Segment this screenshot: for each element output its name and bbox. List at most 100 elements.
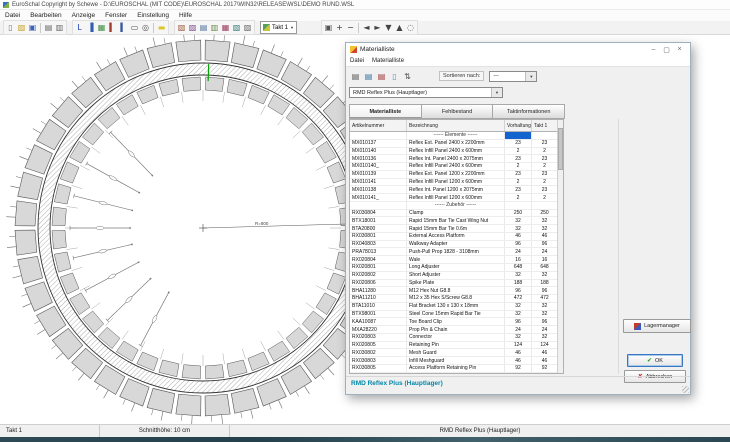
dialog-menu-datei[interactable]: Datei bbox=[346, 58, 368, 64]
pan-right-icon[interactable]: ► bbox=[372, 22, 383, 33]
footer-divider bbox=[346, 376, 690, 377]
table-row[interactable]: BTX98001Steel Cone 15mm Rapid Bar Tie323… bbox=[350, 311, 557, 319]
zoom-in-icon[interactable]: + bbox=[334, 22, 345, 33]
table-row[interactable]: MX010140Reflex Infill Panel 2400 x 600mm… bbox=[350, 148, 557, 156]
table-row[interactable]: MX010141Reflex Infill Panel 1200 x 600mm… bbox=[350, 179, 557, 187]
table-row[interactable]: MX010141_Reflex Infill Panel 1200 x 600m… bbox=[350, 194, 557, 202]
pan-up-icon[interactable]: ▲ bbox=[394, 22, 405, 33]
zoom-window-icon[interactable]: ◎ bbox=[140, 22, 151, 33]
copy-icon[interactable]: ▯ bbox=[389, 71, 400, 82]
menu-datei[interactable]: Datei bbox=[0, 12, 25, 19]
table-scrollbar[interactable] bbox=[557, 120, 563, 373]
sort-icon[interactable]: ⇅ bbox=[402, 71, 413, 82]
table-row[interactable]: RX030803Infill Meshguard4646 bbox=[350, 357, 557, 365]
wall-mode-icon[interactable]: L bbox=[74, 22, 85, 33]
menu-bearbeiten[interactable]: Bearbeiten bbox=[25, 12, 66, 19]
panel-view-icon[interactable]: ▐ bbox=[85, 22, 96, 33]
print-icon[interactable]: ▤ bbox=[43, 22, 54, 33]
lagermanager-button[interactable]: Lagermanager bbox=[623, 319, 691, 333]
table-row[interactable]: RX020802Short Adjuster3232 bbox=[350, 272, 557, 280]
formwork-edit-icon[interactable]: ▨ bbox=[187, 22, 198, 33]
print-export-icon[interactable]: ▤ bbox=[376, 71, 387, 82]
print-icon[interactable]: ▤ bbox=[350, 71, 361, 82]
table-row[interactable]: RX040803Walkway Adapter9696 bbox=[350, 241, 557, 249]
table-row[interactable]: RX030801External Access Platform4646 bbox=[350, 233, 557, 241]
scrollbar-thumb[interactable] bbox=[558, 128, 563, 170]
cell-takt1: 32 bbox=[532, 311, 557, 318]
table-row[interactable]: MX010140_Reflex Infill Panel 2400 x 600m… bbox=[350, 163, 557, 171]
table-row[interactable]: MX010136Reflex Int. Panel 2400 x 2075mm2… bbox=[350, 155, 557, 163]
maximize-icon[interactable]: ▢ bbox=[660, 46, 673, 54]
table-row[interactable]: RX030804Clamp250250 bbox=[350, 210, 557, 218]
table-row[interactable]: BHA11280M12 Hex Nut G8.89696 bbox=[350, 287, 557, 295]
table-row[interactable]: RX020805Retaining Pin124124 bbox=[350, 342, 557, 350]
table-row[interactable]: BTA11010Flat Bracket 130 x 130 x 18mm323… bbox=[350, 303, 557, 311]
table-row[interactable]: BHA11210M12 x 35 Hex S/Screw G8.8472472 bbox=[350, 295, 557, 303]
table-row[interactable]: PRA78013Push-Pull Prop 1828 - 3108mm2424 bbox=[350, 248, 557, 256]
table-row[interactable]: ------ Elemente ------ bbox=[350, 132, 557, 140]
frame-icon[interactable]: ▭ bbox=[129, 22, 140, 33]
catalog-select[interactable]: RMD Reflex Plus (Hauptlager) ▼ bbox=[349, 87, 503, 98]
cell-takt1: 2 bbox=[532, 148, 557, 155]
cycle-blue-icon[interactable]: ▍ bbox=[118, 22, 129, 33]
overview-icon[interactable]: ▣ bbox=[323, 22, 334, 33]
col-vorhaltung[interactable]: Vorhaltung bbox=[505, 120, 532, 131]
cell-bezeichnung: Retaining Pin bbox=[407, 342, 505, 349]
formwork-cycle-icon[interactable]: ▧ bbox=[231, 22, 242, 33]
table-row[interactable]: RX030805Access Platform Retaining Pin929… bbox=[350, 365, 557, 373]
tab-taktinformationen[interactable]: Taktinformationen bbox=[492, 104, 565, 119]
zoom-out-icon[interactable]: − bbox=[345, 22, 356, 33]
tab-materialliste[interactable]: Materialliste bbox=[349, 104, 422, 119]
cycle-red-icon[interactable]: ▍ bbox=[107, 22, 118, 33]
dialog-titlebar[interactable]: Materialliste – ▢ × bbox=[346, 43, 690, 56]
table-row[interactable]: BTA20800Rapid 15mm Bar Tie 0.6m3232 bbox=[350, 225, 557, 233]
table-row[interactable]: RX020803Connector3232 bbox=[350, 334, 557, 342]
formwork-export-icon[interactable]: ▨ bbox=[242, 22, 253, 33]
open-icon[interactable]: ▨ bbox=[16, 22, 27, 33]
formwork-list-icon[interactable]: ▤ bbox=[198, 22, 209, 33]
table-row[interactable]: RX020801Long Adjuster648648 bbox=[350, 264, 557, 272]
cell-takt1: 32 bbox=[532, 303, 557, 310]
table-row[interactable]: BTX18001Rapid 15mm Bar Tie Cast Wing Nut… bbox=[350, 217, 557, 225]
menu-hilfe[interactable]: Hilfe bbox=[174, 12, 197, 19]
print-preview-icon[interactable]: ▥ bbox=[54, 22, 65, 33]
sort-by-select[interactable]: --- ▼ bbox=[489, 71, 537, 82]
col-artikelnummer[interactable]: Artikelnummer bbox=[350, 120, 407, 131]
table-header: Artikelnummer Bezeichnung Vorhaltung Tak… bbox=[350, 120, 557, 132]
col-takt1[interactable]: Takt 1 bbox=[532, 120, 557, 131]
new-icon[interactable]: ▯ bbox=[5, 22, 16, 33]
close-icon[interactable]: × bbox=[673, 46, 686, 54]
formwork-assign-icon[interactable]: ▧ bbox=[176, 22, 187, 33]
tab-fehlbestand[interactable]: Fehlbestand bbox=[421, 104, 494, 119]
table-row[interactable]: RX030802Mesh Guard4646 bbox=[350, 349, 557, 357]
ok-button[interactable]: ✔ OK bbox=[627, 354, 683, 367]
yellow-line-icon[interactable]: ▬ bbox=[156, 22, 167, 33]
formwork-check-icon[interactable]: ▦ bbox=[220, 22, 231, 33]
table-row[interactable]: ------ Zubehör ------ bbox=[350, 202, 557, 210]
table-row[interactable]: MX010137Reflex Ext. Panel 2400 x 2200mm2… bbox=[350, 140, 557, 148]
cell-artikelnummer: RX040803 bbox=[350, 241, 407, 248]
resize-grip[interactable] bbox=[682, 386, 689, 393]
table-row[interactable]: MXA28220Prop Pin & Chain2424 bbox=[350, 326, 557, 334]
table-row[interactable]: MX010138Reflex Int. Panel 1200 x 2075mm2… bbox=[350, 186, 557, 194]
pan-left-icon[interactable]: ◄ bbox=[361, 22, 372, 33]
takt-select[interactable]: Takt 1 ▼ bbox=[260, 21, 297, 34]
menu-fenster[interactable]: Fenster bbox=[100, 12, 132, 19]
cell-artikelnummer: MX010140 bbox=[350, 148, 407, 155]
pan-down-icon[interactable]: ▼ bbox=[383, 22, 394, 33]
formwork-panel-icon[interactable]: ▥ bbox=[209, 22, 220, 33]
menu-anzeige[interactable]: Anzeige bbox=[67, 12, 101, 19]
dialog-menu-materialliste[interactable]: Materialliste bbox=[368, 58, 408, 64]
table-row[interactable]: RX020806Spike Plate188188 bbox=[350, 280, 557, 288]
table-row[interactable]: RX020804Wale1616 bbox=[350, 256, 557, 264]
save-icon[interactable]: ▣ bbox=[27, 22, 38, 33]
minimize-icon[interactable]: – bbox=[647, 46, 660, 54]
zoom-lens-icon[interactable]: ◌ bbox=[405, 22, 416, 33]
print-list-icon[interactable]: ▤ bbox=[363, 71, 374, 82]
col-bezeichnung[interactable]: Bezeichnung bbox=[407, 120, 505, 131]
table-row[interactable]: MX010139Reflex Ext. Panel 1200 x 2200mm2… bbox=[350, 171, 557, 179]
menu-einstellung[interactable]: Einstellung bbox=[132, 12, 174, 19]
elements-icon[interactable]: ▦ bbox=[96, 22, 107, 33]
table-row[interactable]: KAA10087Toe Board Clip9696 bbox=[350, 318, 557, 326]
dialog-tabs: Materialliste Fehlbestand Taktinformatio… bbox=[349, 104, 564, 119]
